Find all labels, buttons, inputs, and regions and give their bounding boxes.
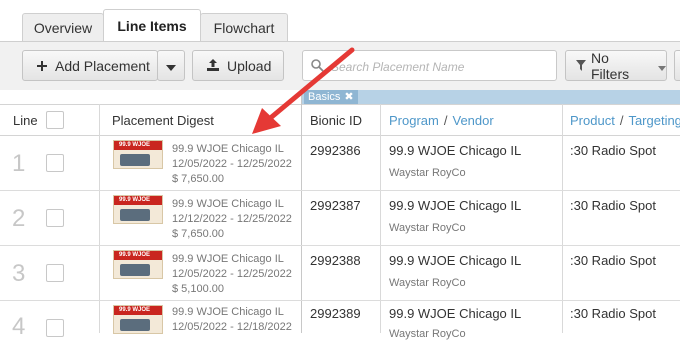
annotation-arrow [252,47,355,134]
